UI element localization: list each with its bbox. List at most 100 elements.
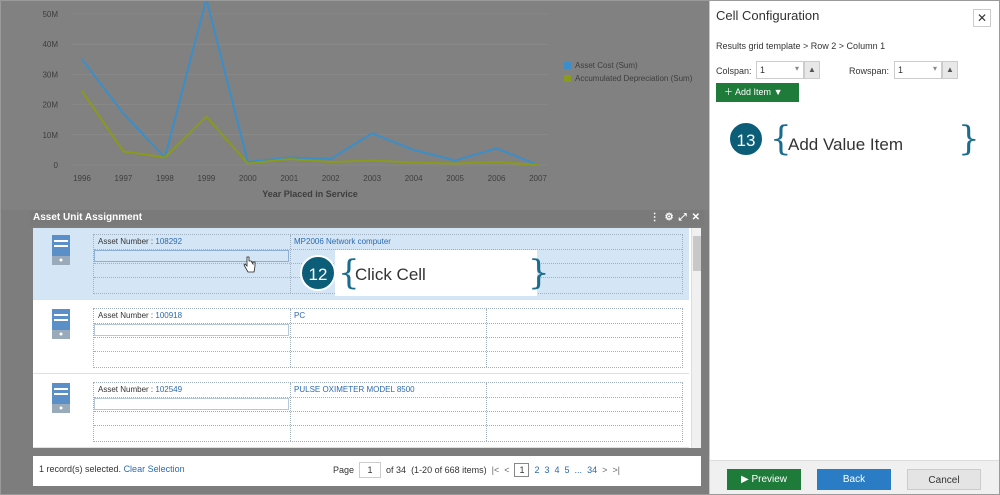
cell[interactable] <box>94 324 289 336</box>
increment-icon[interactable]: ▲ <box>804 61 820 79</box>
page-link[interactable]: 34 <box>587 465 597 475</box>
rowspan-field[interactable]: 1 ▾ <box>894 61 942 79</box>
clear-selection-link[interactable]: Clear Selection <box>124 464 185 474</box>
table-row[interactable]: Asset Number : 100918 PC <box>33 302 689 374</box>
prev-page-icon[interactable]: < <box>504 465 509 475</box>
data-point <box>454 162 456 165</box>
colspan-stepper[interactable]: 1 ▾ ▲ <box>756 61 820 79</box>
asset-number-value[interactable]: 100918 <box>155 311 182 320</box>
y-tick-label: 20M <box>42 101 58 110</box>
item-range: (1-20 of 668 items) <box>411 465 487 475</box>
colspan-field[interactable]: 1 ▾ <box>756 61 804 79</box>
pagination: Page 1 of 34 (1-20 of 668 items) |< < 1 … <box>333 462 620 478</box>
page-link[interactable]: 4 <box>555 465 560 475</box>
selected-cell[interactable] <box>94 250 289 262</box>
legend-label: Asset Cost (Sum) <box>575 61 638 70</box>
gear-icon[interactable]: ⚙ <box>665 212 674 223</box>
last-page-icon[interactable]: >| <box>612 465 620 475</box>
server-icon <box>52 309 70 339</box>
step-instruction: Click Cell <box>355 265 426 284</box>
y-tick-label: 40M <box>42 40 58 49</box>
y-tick-label: 0 <box>54 161 59 170</box>
page-input[interactable]: 1 <box>359 462 382 478</box>
page-link[interactable]: 2 <box>534 465 539 475</box>
rowspan-label: Rowspan: <box>849 66 890 76</box>
page-link[interactable]: 1 <box>514 463 530 477</box>
x-tick-label: 2003 <box>363 174 381 183</box>
chevron-down-icon[interactable]: ▾ <box>933 64 937 73</box>
asset-number-cell[interactable]: Asset Number : 102549 <box>98 385 182 394</box>
panel-header: Asset Unit Assignment ⋮ ⚙ ⤢ ✕ <box>30 210 704 226</box>
preview-button[interactable]: ▶ Preview <box>727 469 801 490</box>
hand-cursor-icon <box>243 256 256 273</box>
legend-label: Accumulated Depreciation (Sum) <box>575 74 693 83</box>
page-total: of 34 <box>386 465 407 475</box>
data-point <box>81 58 83 61</box>
series-line <box>81 0 539 166</box>
x-tick-label: 2006 <box>488 174 506 183</box>
server-icon <box>52 235 70 265</box>
grid-footer: 1 record(s) selected. Clear Selection Pa… <box>33 456 701 486</box>
y-tick-label: 10M <box>42 131 58 140</box>
data-point <box>329 158 332 160</box>
selection-status: 1 record(s) selected. Clear Selection <box>39 464 185 474</box>
cell[interactable] <box>94 398 289 410</box>
brace-right-icon: } <box>528 253 550 293</box>
x-tick-label: 1999 <box>197 174 215 183</box>
more-icon[interactable]: ⋮ <box>650 212 660 223</box>
chevron-down-icon[interactable]: ▾ <box>795 64 799 73</box>
line-chart: 0 10M 20M 30M 40M 50M 1996 1997 1998 1999 2000 2001… <box>0 0 709 210</box>
data-point <box>81 90 83 92</box>
asset-number-label: Asset Number : <box>98 311 154 320</box>
cell-configuration-dialog: Cell Configuration ✕ Results grid templa… <box>709 0 1000 495</box>
data-point <box>371 159 373 162</box>
expand-icon[interactable]: ⤢ <box>679 212 687 223</box>
step-badge: 13 <box>728 121 764 157</box>
scroll-thumb[interactable] <box>693 236 701 271</box>
page-link[interactable]: 3 <box>545 465 550 475</box>
first-page-icon[interactable]: |< <box>492 465 500 475</box>
chart-svg: 0 10M 20M 30M 40M 50M 1996 1997 1998 1999 2000 2001… <box>42 0 693 199</box>
page-ellipsis: ... <box>574 465 583 475</box>
x-tick-label: 2000 <box>239 174 257 183</box>
data-point <box>412 149 415 151</box>
cancel-button[interactable]: Cancel <box>907 469 981 490</box>
legend-swatch <box>564 62 571 69</box>
workspace-overlay: 0 10M 20M 30M 40M 50M 1996 1997 1998 1999 2000 2001… <box>0 0 709 495</box>
asset-description[interactable]: MP2006 Network computer <box>294 237 391 246</box>
table-row[interactable]: Asset Number : 102549 PULSE OXIMETER MOD… <box>33 376 689 448</box>
data-point <box>164 156 166 159</box>
data-point <box>288 158 291 160</box>
server-icon <box>52 383 70 413</box>
panel-tools: ⋮ ⚙ ⤢ ✕ <box>650 212 700 223</box>
x-tick-label: 2001 <box>280 174 298 183</box>
close-icon[interactable]: ✕ <box>973 9 991 27</box>
x-axis-label: Year Placed in Service <box>262 189 358 199</box>
data-point <box>205 115 208 118</box>
page-label: Page <box>333 465 355 475</box>
asset-description[interactable]: PULSE OXIMETER MODEL 8500 <box>294 385 415 394</box>
asset-number-cell[interactable]: Asset Number : 100918 <box>98 311 182 320</box>
series-line <box>81 90 539 166</box>
rowspan-stepper[interactable]: 1 ▾ ▲ <box>894 61 958 79</box>
data-point <box>454 159 456 162</box>
x-tick-label: 2007 <box>529 174 547 183</box>
data-point <box>495 147 498 150</box>
add-item-button[interactable]: ＋ Add Item ▼ <box>716 83 799 102</box>
page-link[interactable]: 5 <box>565 465 570 475</box>
close-panel-icon[interactable]: ✕ <box>692 212 700 223</box>
asset-number-cell[interactable]: Asset Number : 108292 <box>98 237 182 246</box>
asset-number-value[interactable]: 108292 <box>155 237 182 246</box>
increment-icon[interactable]: ▲ <box>942 61 958 79</box>
grid-scrollbar[interactable] <box>691 228 701 448</box>
asset-number-value[interactable]: 102549 <box>155 385 182 394</box>
x-tick-label: 1998 <box>156 174 174 183</box>
y-tick-label: 50M <box>42 10 58 19</box>
caret-down-icon: ▼ <box>773 87 783 97</box>
back-button[interactable]: Back <box>817 469 891 490</box>
colspan-value: 1 <box>760 65 766 75</box>
next-page-icon[interactable]: > <box>602 465 607 475</box>
data-point <box>122 112 125 115</box>
selected-count: 1 record(s) selected. <box>39 464 122 474</box>
asset-description[interactable]: PC <box>294 311 305 320</box>
